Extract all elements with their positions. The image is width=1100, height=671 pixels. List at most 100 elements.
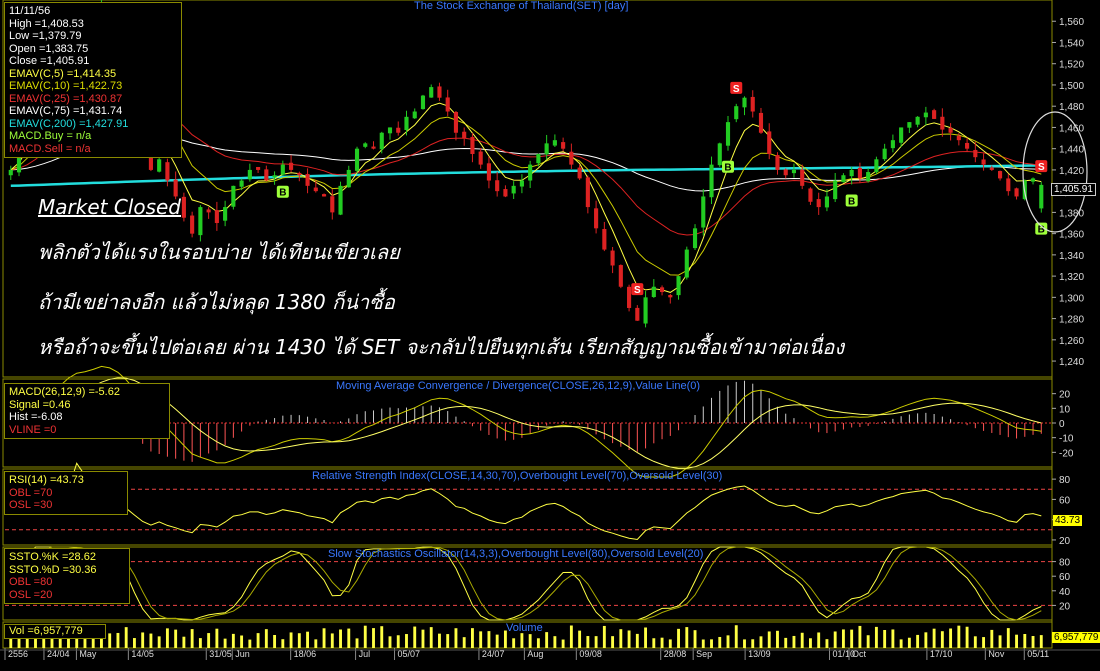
candle-body: [264, 169, 269, 181]
candle-body: [289, 162, 294, 170]
candle-body: [709, 164, 714, 198]
candle-body: [321, 194, 327, 197]
rsi-osl-label: OSL =30: [9, 499, 53, 511]
candle-body: [420, 95, 426, 110]
stoch-k-label: SSTO.%K =28.62: [9, 551, 96, 563]
price-tick-label: 1,240: [1059, 357, 1084, 368]
rsi-last-box: 43.73: [1053, 515, 1083, 526]
main-chart-title: The Stock Exchange of Thailand(SET) [day…: [414, 0, 629, 12]
candle-body: [833, 180, 838, 200]
candle-body: [256, 167, 261, 170]
candle-body: [173, 179, 178, 197]
price-tick-label: 1,340: [1059, 251, 1084, 262]
candle-body: [791, 169, 797, 174]
candle-body: [692, 228, 698, 249]
candle-body: [668, 295, 673, 298]
candle-body: [561, 142, 566, 149]
rsi-info-box: RSI(14) =43.73 OBL =70 OSL =30: [4, 471, 128, 515]
stoch-tick-label: 80: [1059, 558, 1071, 569]
candle-body: [1030, 178, 1036, 182]
candle-body: [577, 167, 582, 179]
date-label: 11/11/56: [9, 5, 51, 17]
ema25-label: EMAV(C,25) =1,430.87: [9, 92, 123, 105]
price-tick-label: 1,380: [1059, 208, 1084, 219]
candle-body: [602, 228, 607, 250]
price-tick-label: 1,320: [1059, 272, 1084, 283]
candle-body: [346, 169, 351, 188]
candle-body: [247, 169, 252, 180]
candle-body: [841, 175, 846, 183]
hist-value-label: Hist =-6.08: [9, 411, 63, 423]
candle-body: [404, 116, 409, 131]
candle-body: [750, 96, 755, 112]
signal-letter: B: [724, 163, 731, 174]
candle-body: [701, 196, 706, 228]
comment-heading: Market Closed: [38, 195, 181, 219]
price-tick-label: 1,500: [1059, 81, 1084, 92]
ema10-label: EMAV(C,10) =1,422.73: [9, 80, 123, 92]
candle-body: [989, 167, 994, 170]
signal-letter: B: [848, 196, 855, 207]
ema200-label: EMAV(C,200) =1,427.91: [9, 117, 129, 130]
low-label: Low =1,379.79: [9, 30, 82, 42]
volume-info-box: Vol =6,957,779: [4, 624, 106, 639]
macd-tick-label: -20: [1059, 448, 1074, 459]
signal-letter: S: [733, 84, 740, 95]
macd-info-box: MACD(26,12,9) =-5.62 Signal =0.46 Hist =…: [4, 383, 170, 439]
candle-body: [857, 167, 862, 179]
candle-body: [915, 116, 920, 125]
price-tick-label: 1,560: [1059, 17, 1084, 28]
comment-line-2: ถ้ามีเขย่าลงอีก แล้วไม่หลุด 1380 ก็น่าซื…: [38, 290, 395, 314]
candle-body: [437, 86, 442, 98]
candle-body: [948, 127, 953, 133]
candle-body: [882, 148, 887, 160]
candle-body: [165, 162, 170, 181]
candle-body: [544, 143, 549, 155]
macd-tick-label: 10: [1059, 404, 1071, 415]
rsi-obl-label: OBL =70: [9, 486, 53, 499]
candle-body: [734, 106, 739, 120]
candle-body: [923, 112, 928, 118]
candle-body: [206, 209, 211, 213]
candle-body: [676, 276, 681, 296]
candle-body: [536, 153, 541, 164]
candle-body: [354, 148, 360, 171]
candle-body: [453, 112, 459, 133]
last-price-box: 1,405.91: [1051, 183, 1096, 196]
candle-body: [445, 97, 450, 112]
rsi-title: Relative Strength Index(CLOSE,14,30,70),…: [312, 470, 723, 482]
candle-body: [181, 196, 186, 218]
high-label: High =1,408.53: [9, 17, 84, 30]
candle-body: [866, 172, 871, 182]
candle-body: [511, 185, 516, 194]
candle-body: [585, 177, 590, 208]
candle-body: [272, 175, 277, 178]
candle-body: [387, 127, 393, 134]
candle-body: [528, 164, 533, 181]
candle-body: [462, 131, 467, 139]
macd-sell-label: MACD.Sell = n/a: [9, 142, 91, 155]
stoch-obl-label: OBL =80: [9, 576, 53, 588]
candle-body: [932, 110, 937, 119]
candle-body: [478, 151, 483, 165]
buy-signal: B: [722, 160, 735, 174]
candle-body: [610, 250, 615, 266]
signal-letter: S: [1038, 162, 1045, 173]
candle-body: [808, 188, 813, 202]
candle-body: [783, 169, 788, 176]
signal-letter: B: [279, 188, 286, 199]
buy-signal: B: [276, 185, 289, 199]
candle-body: [717, 143, 722, 166]
rsi-tick-label: 20: [1059, 536, 1071, 547]
candle-body: [824, 196, 829, 208]
price-tick-label: 1,420: [1059, 166, 1084, 177]
rsi-value-label: RSI(14) =43.73: [9, 474, 84, 486]
candle-body: [552, 140, 557, 146]
price-tick-label: 1,540: [1059, 38, 1084, 49]
candle-body: [659, 287, 665, 293]
sell-signal: S: [1035, 160, 1048, 173]
candle-body: [379, 132, 384, 150]
price-tick-label: 1,460: [1059, 123, 1084, 134]
candle-body: [651, 286, 656, 298]
candle-body: [495, 180, 500, 192]
